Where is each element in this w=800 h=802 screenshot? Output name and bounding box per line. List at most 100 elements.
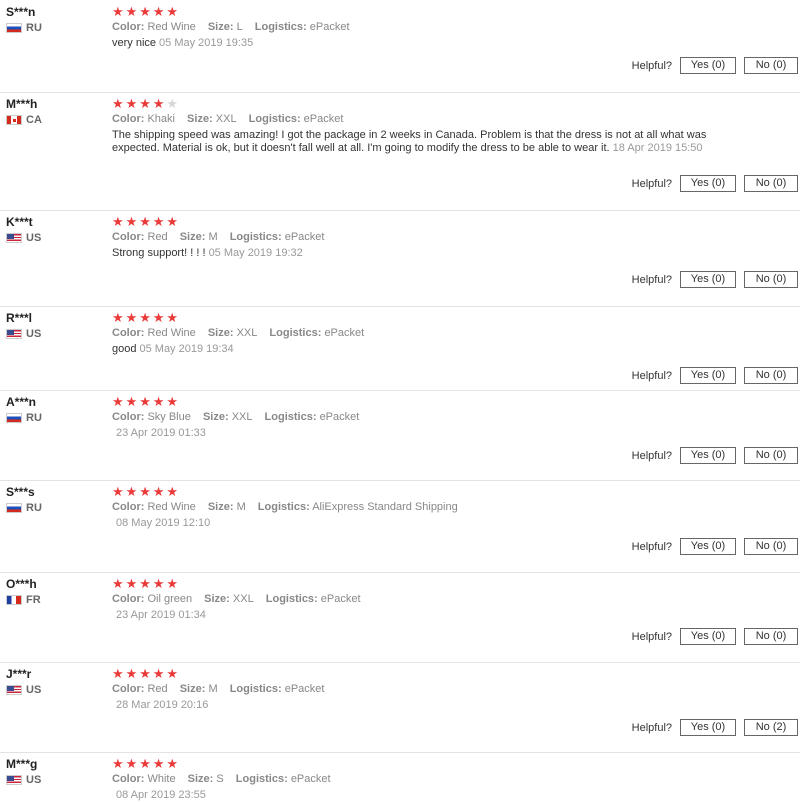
helpful-yes-button[interactable]: Yes (0) — [680, 719, 736, 736]
helpful-yes-button[interactable]: Yes (0) — [680, 175, 736, 192]
review-text: Strong support! ! ! ! 05 May 2019 19:32 — [112, 247, 722, 260]
star-icon: ★ — [166, 575, 179, 591]
reviewer-country: US — [6, 684, 41, 696]
reviewer-info: S***n RU — [6, 5, 42, 34]
country-code: US — [26, 232, 42, 244]
helpful-no-button[interactable]: No (0) — [744, 628, 798, 645]
logistics-value: ePacket — [284, 683, 325, 695]
star-rating: ★ ★ ★ ★ ★ — [112, 666, 722, 680]
color-label: Color: — [112, 327, 145, 339]
country-code: RU — [26, 22, 42, 34]
reviewer-name: J***r — [6, 667, 32, 681]
star-icon: ★ — [112, 3, 124, 19]
reviewer-info: O***h FR — [6, 577, 41, 606]
reviewer-name: K***t — [6, 215, 33, 229]
helpful-no-button[interactable]: No (0) — [744, 538, 798, 555]
country-code: RU — [26, 412, 42, 424]
helpful-yes-button[interactable]: Yes (0) — [680, 271, 736, 288]
review-item: J***r US ★ ★ ★ ★ ★ Color: Red Size: M Logist… — [0, 662, 800, 753]
logistics-label: Logistics: — [254, 21, 307, 33]
review-item: S***s RU ★ ★ ★ ★ ★ Color: Red Wine Size: M L… — [0, 480, 800, 573]
star-icon: ★ — [112, 95, 124, 111]
star-icon: ★ — [152, 213, 165, 229]
helpful-yes-button[interactable]: Yes (0) — [680, 447, 736, 464]
review-item: O***h FR ★ ★ ★ ★ ★ Color: Oil green Size: XX… — [0, 572, 800, 663]
color-value: Khaki — [147, 113, 175, 125]
star-icon: ★ — [152, 575, 165, 591]
review-date: 23 Apr 2019 01:34 — [116, 609, 206, 621]
helpful-no-button[interactable]: No (0) — [744, 271, 798, 288]
logistics-label: Logistics: — [269, 327, 322, 339]
reviewer-country: FR — [6, 594, 41, 606]
order-attributes: Color: Khaki Size: XXL Logistics: ePacke… — [112, 112, 722, 126]
helpful-no-button[interactable]: No (0) — [744, 175, 798, 192]
star-icon: ★ — [152, 393, 165, 409]
color-label: Color: — [112, 593, 145, 605]
star-icon: ★ — [139, 393, 151, 409]
star-rating: ★ ★ ★ ★ ★ — [112, 4, 722, 18]
helpful-vote: Helpful? Yes (0) No (0) — [632, 447, 800, 464]
star-icon: ★ — [112, 755, 124, 771]
star-icon: ★ — [139, 309, 151, 325]
helpful-no-button[interactable]: No (0) — [744, 447, 798, 464]
review-body: good — [112, 343, 137, 355]
logistics-label: Logistics: — [235, 773, 288, 785]
country-code: FR — [26, 594, 41, 606]
star-rating: ★ ★ ★ ★ ★ — [112, 214, 722, 228]
review-text: 23 Apr 2019 01:33 — [112, 427, 722, 440]
size-label: Size: — [187, 113, 213, 125]
star-icon: ★ — [125, 95, 138, 111]
helpful-no-button[interactable]: No (2) — [744, 719, 798, 736]
country-code: US — [26, 774, 42, 786]
star-icon: ★ — [152, 3, 165, 19]
logistics-label: Logistics: — [248, 113, 301, 125]
country-flag-icon — [6, 233, 22, 243]
helpful-yes-button[interactable]: Yes (0) — [680, 628, 736, 645]
color-value: Red Wine — [147, 501, 196, 513]
size-label: Size: — [204, 593, 230, 605]
color-label: Color: — [112, 113, 145, 125]
helpful-no-button[interactable]: No (0) — [744, 367, 798, 384]
order-attributes: Color: Oil green Size: XXL Logistics: eP… — [112, 592, 722, 606]
star-icon: ★ — [139, 483, 151, 499]
country-flag-icon — [6, 503, 22, 513]
reviewer-info: M***g US — [6, 757, 41, 786]
review-date: 05 May 2019 19:35 — [159, 37, 254, 49]
review-content: ★ ★ ★ ★ ★ Color: Khaki Size: XXL Logistics: … — [112, 96, 722, 155]
helpful-label: Helpful? — [631, 540, 672, 553]
size-label: Size: — [179, 683, 206, 695]
star-rating: ★ ★ ★ ★ ★ — [112, 484, 722, 498]
star-icon: ★ — [125, 483, 138, 499]
star-icon: ★ — [125, 575, 138, 591]
helpful-label: Helpful? — [631, 177, 672, 190]
color-label: Color: — [112, 411, 145, 423]
order-attributes: Color: Red Wine Size: M Logistics: AliEx… — [112, 500, 722, 514]
reviewer-info: R***l US — [6, 311, 41, 340]
helpful-yes-button[interactable]: Yes (0) — [680, 367, 736, 384]
helpful-vote: Helpful? Yes (0) No (0) — [632, 175, 800, 192]
star-rating: ★ ★ ★ ★ ★ — [112, 96, 722, 110]
star-icon: ★ — [112, 213, 124, 229]
star-icon: ★ — [112, 309, 124, 325]
review-content: ★ ★ ★ ★ ★ Color: Sky Blue Size: XXL Logistic… — [112, 394, 722, 440]
helpful-yes-button[interactable]: Yes (0) — [680, 538, 736, 555]
logistics-value: ePacket — [290, 773, 331, 785]
review-text: The shipping speed was amazing! I got th… — [112, 129, 722, 155]
star-icon: ★ — [125, 309, 138, 325]
reviewer-info: S***s RU — [6, 485, 42, 514]
helpful-no-button[interactable]: No (0) — [744, 57, 798, 74]
size-label: Size: — [207, 327, 234, 339]
size-label: Size: — [187, 773, 214, 785]
star-icon: ★ — [139, 665, 151, 681]
review-content: ★ ★ ★ ★ ★ Color: Red Size: M Logistics: ePac… — [112, 666, 722, 712]
country-flag-icon — [6, 413, 22, 423]
color-value: Red Wine — [147, 21, 196, 33]
reviewer-country: RU — [6, 502, 42, 514]
color-label: Color: — [112, 231, 145, 243]
star-icon: ★ — [152, 309, 165, 325]
helpful-yes-button[interactable]: Yes (0) — [680, 57, 736, 74]
star-icon: ★ — [166, 483, 179, 499]
size-label: Size: — [207, 21, 234, 33]
reviewer-info: K***t US — [6, 215, 41, 244]
country-flag-icon — [6, 595, 22, 605]
